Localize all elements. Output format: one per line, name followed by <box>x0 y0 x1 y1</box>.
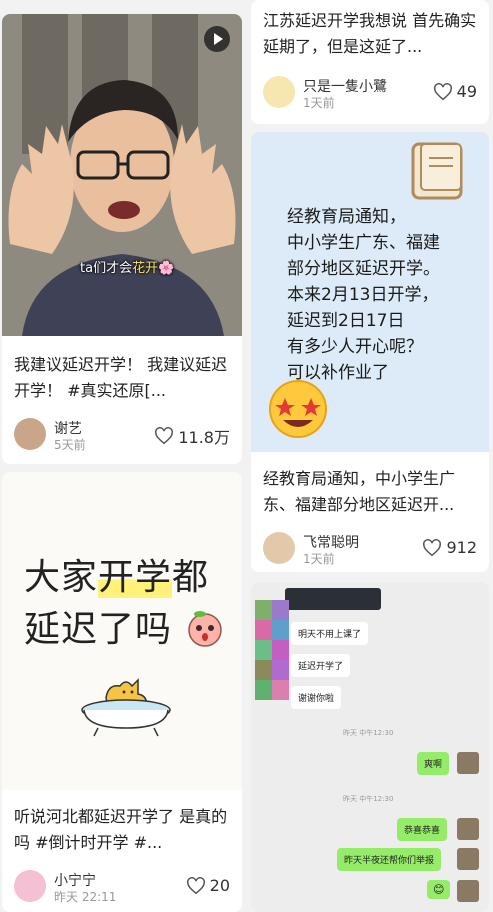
note-title[interactable]: 江苏延迟开学我想说 首先确实延期了，但是这延了... <box>263 8 479 60</box>
chat-timestamp: 昨天 中午12:30 <box>343 729 394 737</box>
note-card-2[interactable]: 江苏延迟开学我想说 首先确实延期了，但是这延了... 只是一隻小鷺 1天前 49 <box>251 0 489 124</box>
chat-message-left: 延迟开学了 <box>291 654 351 677</box>
note-meta: 谢艺 5天前 11.8万 <box>14 416 230 452</box>
chat-avatar <box>457 752 479 774</box>
post-time: 1天前 <box>303 96 335 110</box>
username[interactable]: 只是一隻小鷺 <box>303 76 387 96</box>
username[interactable]: 飞常聪明 <box>303 532 359 552</box>
star-struck-emoji <box>269 380 327 438</box>
chat-message-left: 明天不用上课了 <box>291 622 369 645</box>
presenter-image <box>8 80 236 336</box>
like-count: 20 <box>209 876 230 895</box>
avatar[interactable] <box>263 76 295 108</box>
like-button[interactable]: 49 <box>433 82 477 101</box>
note-title[interactable]: 听说河北都延迟开学了 是真的吗 #倒计时开学 #... <box>14 804 232 856</box>
chat-message-left: 谢谢你啦 <box>291 686 342 709</box>
heart-icon <box>423 538 442 556</box>
note-card-5[interactable]: 明天不用上课了 延迟开学了 谢谢你啦 昨天 中午12:30 爽啊 昨天 中午12… <box>251 582 489 912</box>
chat-emoji-bubble: 😊 <box>427 880 451 899</box>
cover-headline: 大家开学都 延迟了吗 <box>24 557 210 650</box>
peach-emoji <box>188 611 222 647</box>
chat-avatar <box>457 818 479 840</box>
chat-message-right: 爽啊 <box>417 752 450 775</box>
post-time: 1天前 <box>303 552 335 566</box>
note-card-1[interactable]: ta们才会花开🌸 我建议延迟开学！ 我建议延迟开学！ #真实还原[... 谢艺 … <box>2 14 242 464</box>
like-count: 11.8万 <box>178 428 230 447</box>
chat-message-right: 恭喜恭喜 <box>397 818 448 841</box>
like-button[interactable]: 20 <box>186 876 230 895</box>
mosaic-avatar <box>255 600 289 700</box>
heart-icon <box>155 427 174 445</box>
note-meta: 小宁宁 昨天 22:11 20 <box>14 868 230 904</box>
heart-icon <box>433 82 452 100</box>
note-cover[interactable]: 大家开学都 延迟了吗 <box>2 472 242 790</box>
post-time: 昨天 22:11 <box>54 890 117 904</box>
username[interactable]: 小宁宁 <box>54 870 96 890</box>
avatar[interactable] <box>14 418 46 450</box>
avatar[interactable] <box>14 870 46 902</box>
play-icon[interactable] <box>204 26 230 52</box>
cat-bathtub-illustration <box>81 678 171 737</box>
note-meta: 只是一隻小鷺 1天前 49 <box>263 74 477 110</box>
video-caption: ta们才会花开🌸 <box>80 261 175 276</box>
like-count: 912 <box>446 538 477 557</box>
chat-avatar <box>457 848 479 870</box>
note-title[interactable]: 我建议延迟开学！ 我建议延迟开学！ #真实还原[... <box>14 352 232 404</box>
note-meta: 飞常聪明 1天前 912 <box>263 530 477 566</box>
username[interactable]: 谢艺 <box>54 418 82 438</box>
note-card-3[interactable]: 经教育局通知， 中小学生广东、福建 部分地区延迟开学。 本来2月13日开学， 延… <box>251 132 489 572</box>
heart-icon <box>186 876 205 894</box>
like-button[interactable]: 11.8万 <box>154 424 230 448</box>
video-cover[interactable]: ta们才会花开🌸 <box>2 14 242 336</box>
note-title[interactable]: 经教育局通知，中小学生广东、福建部分地区延迟开... <box>263 466 479 518</box>
avatar[interactable] <box>263 532 295 564</box>
post-time: 5天前 <box>54 438 86 452</box>
like-button[interactable]: 912 <box>422 538 477 557</box>
video-call-bar <box>285 588 381 610</box>
chat-avatar <box>457 880 479 902</box>
book-icon <box>411 142 463 200</box>
note-card-4[interactable]: 大家开学都 延迟了吗 听说河北都延迟开学了 是真的吗 #倒计时开学 #... 小… <box>2 472 242 912</box>
like-count: 49 <box>456 82 477 101</box>
chat-message-right: 昨天半夜还帮你们举报 <box>337 848 442 871</box>
chat-screenshot-cover[interactable]: 明天不用上课了 延迟开学了 谢谢你啦 昨天 中午12:30 爽啊 昨天 中午12… <box>251 582 489 912</box>
note-cover[interactable]: 经教育局通知， 中小学生广东、福建 部分地区延迟开学。 本来2月13日开学， 延… <box>251 132 489 452</box>
notice-text: 经教育局通知， 中小学生广东、福建 部分地区延迟开学。 本来2月13日开学， 延… <box>287 207 440 383</box>
chat-timestamp: 昨天 中午12:30 <box>343 795 394 803</box>
